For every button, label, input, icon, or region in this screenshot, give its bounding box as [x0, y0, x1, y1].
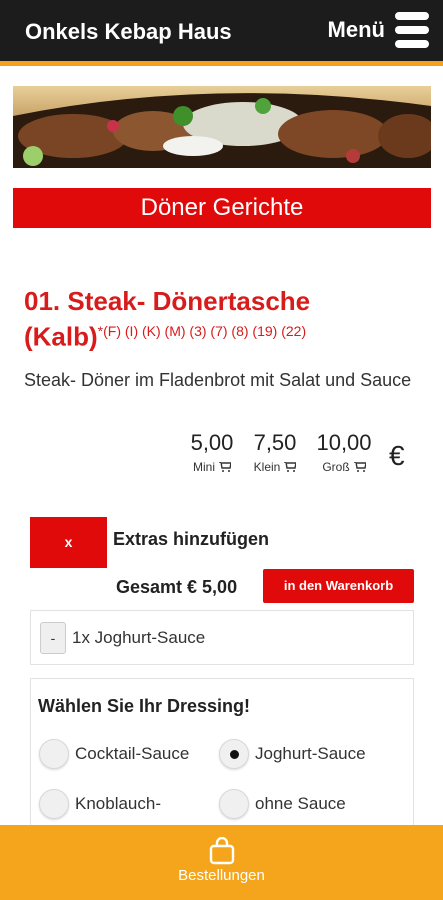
hamburger-icon	[395, 12, 429, 48]
option-label: ohne Sauce	[255, 794, 346, 813]
app-title: Onkels Kebap Haus	[25, 19, 232, 44]
price-option-klein[interactable]: 7,50 Klein	[244, 430, 306, 474]
doner-hero-image	[13, 86, 431, 168]
option-label: Joghurt-Sauce	[255, 744, 366, 763]
size-label: Mini	[192, 460, 215, 474]
price-value: 10,00	[316, 430, 372, 455]
menu-button[interactable]: Menü	[328, 12, 429, 48]
item-description: Steak- Döner im Fladenbrot mit Salat und…	[24, 370, 412, 390]
item-name-line2: (Kalb)	[24, 321, 98, 352]
orders-label: Bestellungen	[178, 867, 265, 884]
radio-button[interactable]	[39, 789, 69, 819]
shopping-bag-icon	[209, 837, 235, 865]
item-title: 01. Steak- Dönertasche (Kalb)*(F) (I) (K…	[24, 286, 424, 352]
radio-button[interactable]	[39, 739, 69, 769]
dressing-option-joghurt[interactable]: Joghurt-Sauce	[219, 739, 366, 769]
orders-bar[interactable]: Bestellungen	[0, 825, 443, 900]
option-label: Cocktail-Sauce	[75, 744, 190, 763]
extras-label: Extras hinzufügen	[113, 529, 270, 549]
selected-extra-text: 1x Joghurt-Sauce	[72, 628, 206, 647]
price-option-gross[interactable]: 10,00 Groß	[309, 430, 379, 474]
dressing-option-cocktail[interactable]: Cocktail-Sauce	[39, 739, 189, 769]
dressing-option-knoblauch[interactable]: Knoblauch-	[39, 789, 161, 819]
category-header: Döner Gerichte	[13, 188, 431, 228]
dressing-panel: Wählen Sie Ihr Dressing! Cocktail-Sauce …	[30, 678, 414, 838]
dressing-option-ohne[interactable]: ohne Sauce	[219, 789, 346, 819]
item-name-line1: 01. Steak- Dönertasche	[24, 286, 311, 316]
remove-extra-button[interactable]: -	[40, 622, 66, 654]
option-label: Knoblauch-	[75, 794, 162, 813]
currency-symbol: €	[389, 440, 405, 471]
price-value: 5,00	[190, 430, 234, 455]
radio-button[interactable]	[219, 789, 249, 819]
cart-icon	[219, 462, 231, 472]
dressing-title: Wählen Sie Ihr Dressing!	[38, 696, 251, 716]
total-price: Gesamt € 5,00	[116, 577, 238, 597]
price-option-mini[interactable]: 5,00 Mini	[183, 430, 241, 474]
menu-label: Menü	[327, 17, 385, 42]
cart-icon	[353, 462, 366, 472]
app-header: Onkels Kebap Haus Menü	[0, 0, 443, 66]
cart-icon	[284, 462, 297, 472]
selected-extra-row: - 1x Joghurt-Sauce	[30, 610, 414, 665]
allergen-codes: *(F) (I) (K) (M) (3) (7) (8) (19) (22)	[97, 323, 307, 339]
radio-button[interactable]	[219, 739, 249, 769]
add-to-cart-button[interactable]: in den Warenkorb	[263, 569, 414, 603]
extras-toggle-button[interactable]: x	[30, 517, 107, 568]
size-label: Groß	[322, 460, 350, 474]
price-value: 7,50	[253, 430, 297, 455]
size-label: Klein	[253, 460, 281, 474]
